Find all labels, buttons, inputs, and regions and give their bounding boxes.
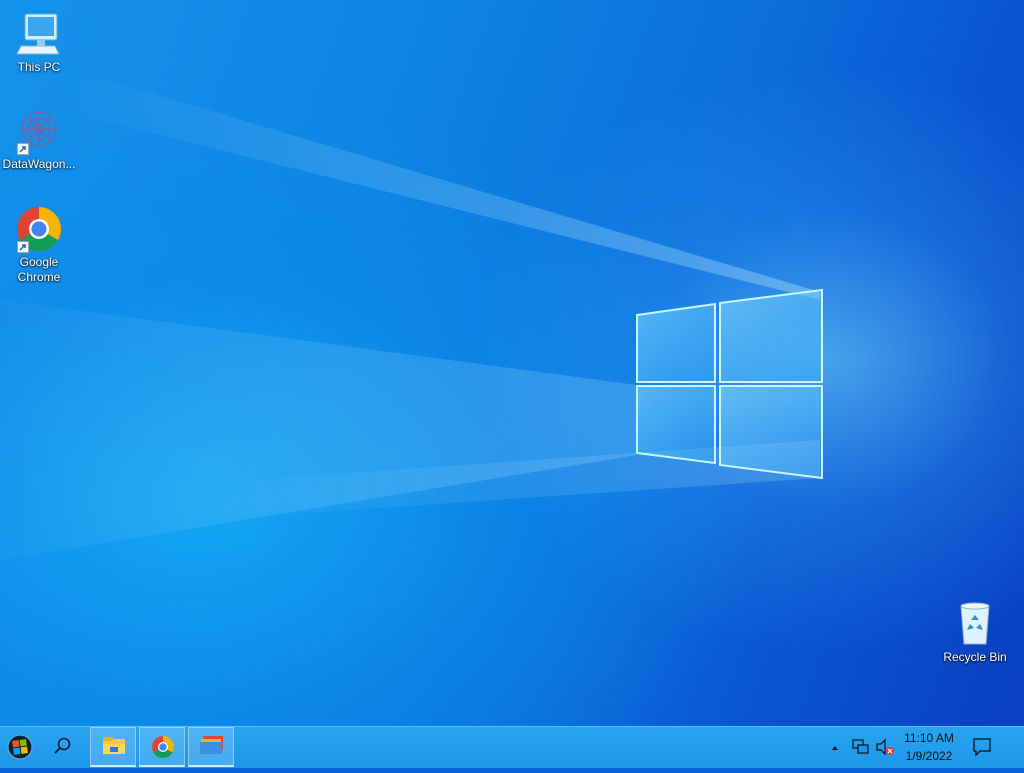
shortcut-arrow-icon [17, 143, 29, 155]
taskbar-app-files[interactable] [188, 727, 234, 767]
recycle-bin-icon [951, 600, 999, 648]
desktop-icon-recycle-bin[interactable]: Recycle Bin [936, 600, 1014, 665]
notifications-button[interactable] [966, 727, 998, 768]
file-explorer-icon [103, 737, 125, 754]
desktop-icon-label: Recycle Bin [943, 650, 1007, 664]
desktop-icon-label: This PC [17, 60, 61, 74]
chrome-icon [152, 736, 174, 758]
taskbar-app-google-chrome[interactable] [139, 727, 185, 767]
start-button[interactable] [0, 727, 40, 768]
notifications-icon [973, 738, 991, 757]
desktop-icon-datawagon[interactable]: DataWagon... [0, 107, 78, 172]
network-icon [852, 739, 869, 754]
clock-button[interactable]: 11:10 AM 1/9/2022 [898, 727, 960, 768]
desktop-icon-google-chrome[interactable]: Google Chrome [0, 205, 78, 285]
clock-time: 11:10 AM [904, 731, 954, 745]
desktop-icon-label: DataWagon... [2, 157, 76, 171]
chrome-icon [15, 205, 63, 253]
datawagon-app-icon [15, 107, 63, 155]
network-button[interactable] [848, 727, 872, 768]
windows-start-icon [7, 734, 33, 760]
shortcut-arrow-icon [17, 241, 29, 253]
folder-stack-icon [200, 736, 223, 754]
volume-muted-icon [876, 738, 894, 756]
computer-icon [15, 10, 63, 58]
volume-button[interactable] [874, 727, 896, 768]
tray-overflow-button[interactable] [826, 727, 844, 768]
taskbar: 11:10 AM 1/9/2022 [0, 726, 1024, 768]
search-icon [54, 737, 71, 754]
desktop-icon-this-pc[interactable]: This PC [0, 10, 78, 75]
taskbar-app-file-explorer[interactable] [90, 727, 136, 767]
desktop-icon-label: Google Chrome [17, 255, 61, 284]
chevron-up-icon [832, 746, 838, 750]
windows-logo-wallpaper [636, 288, 823, 480]
desktop: This PC DataWagon... Google Chrome Recyc… [0, 0, 1024, 726]
clock-date: 1/9/2022 [905, 749, 953, 763]
search-button[interactable] [44, 727, 80, 768]
